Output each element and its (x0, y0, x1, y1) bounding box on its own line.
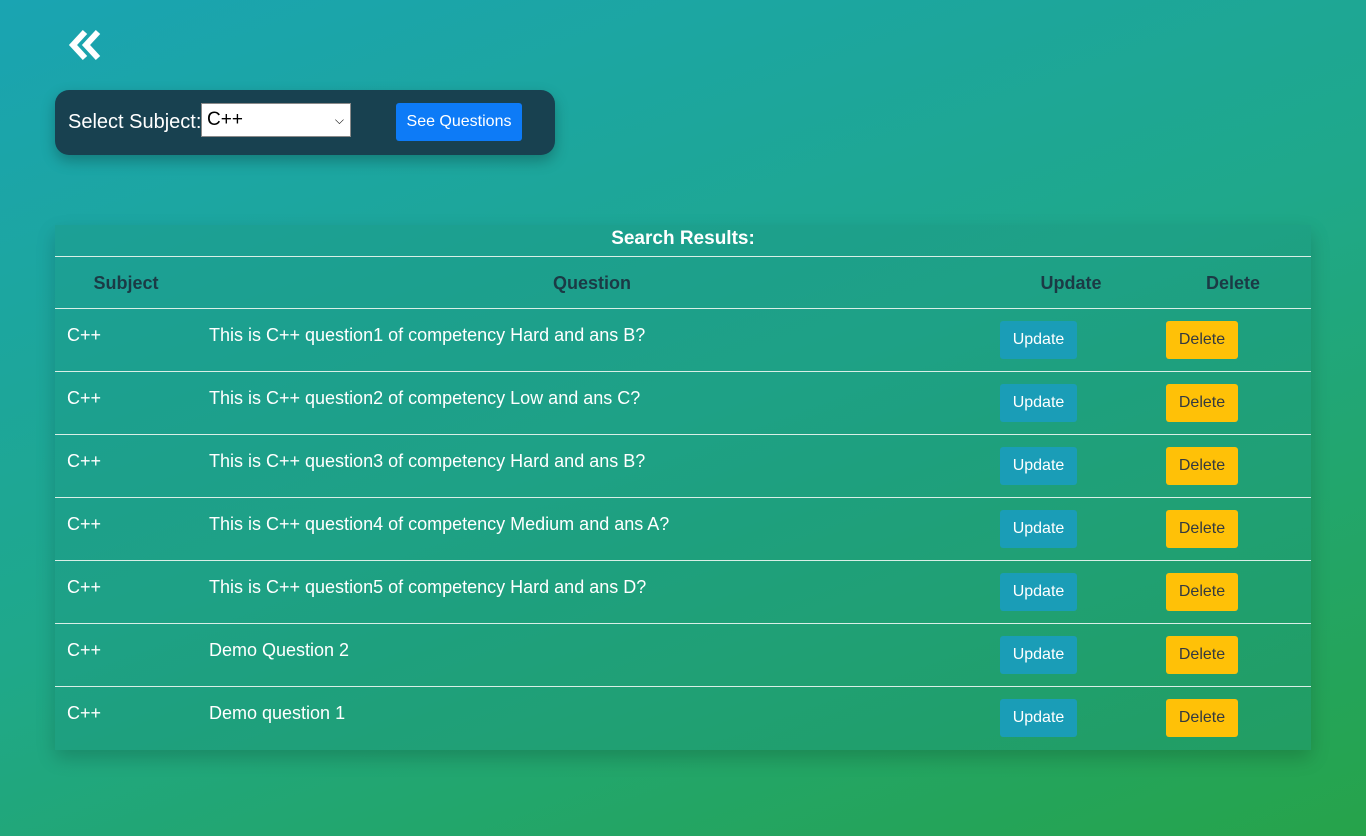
update-button[interactable]: Update (1000, 636, 1077, 674)
row-subject: C++ (67, 451, 102, 471)
table-header-row: Subject Question Update Delete (55, 257, 1311, 309)
back-button[interactable] (66, 28, 106, 62)
table-row: C++ This is C++ question3 of competency … (55, 435, 1311, 498)
double-chevron-left-icon (66, 28, 106, 62)
row-question: Demo question 1 (209, 703, 346, 723)
table-row: C++ This is C++ question4 of competency … (55, 498, 1311, 561)
row-question: This is C++ question3 of competency Hard… (209, 451, 646, 471)
update-button[interactable]: Update (1000, 384, 1077, 422)
column-header-question: Question (552, 273, 631, 293)
row-subject: C++ (67, 640, 102, 660)
row-subject: C++ (67, 325, 102, 345)
column-header-subject: Subject (93, 273, 159, 293)
update-button[interactable]: Update (1000, 510, 1077, 548)
search-results-table: Search Results: Subject Question Update … (55, 225, 1311, 750)
table-row: C++ This is C++ question5 of competency … (55, 561, 1311, 624)
chevron-down-icon: ⌵ (334, 113, 344, 127)
delete-button[interactable]: Delete (1166, 510, 1238, 548)
update-button[interactable]: Update (1000, 447, 1077, 485)
delete-button[interactable]: Delete (1166, 384, 1238, 422)
row-question: This is C++ question4 of competency Medi… (209, 514, 670, 534)
delete-button[interactable]: Delete (1166, 699, 1238, 737)
column-header-update: Update (1040, 273, 1102, 293)
row-question: This is C++ question5 of competency Hard… (209, 577, 647, 597)
row-question: Demo Question 2 (209, 640, 350, 660)
delete-button[interactable]: Delete (1166, 636, 1238, 674)
see-questions-button[interactable]: See Questions (396, 103, 522, 141)
table-row: C++ This is C++ question1 of competency … (55, 309, 1311, 372)
table-row: C++ Demo Question 2 Update Delete (55, 624, 1311, 687)
table-body: C++ This is C++ question1 of competency … (55, 309, 1311, 750)
row-subject: C++ (67, 577, 102, 597)
delete-button[interactable]: Delete (1166, 447, 1238, 485)
table-row: C++ Demo question 1 Update Delete (55, 687, 1311, 750)
table-row: C++ This is C++ question2 of competency … (55, 372, 1311, 435)
delete-button[interactable]: Delete (1166, 321, 1238, 359)
row-subject: C++ (67, 514, 102, 534)
row-subject: C++ (67, 388, 102, 408)
select-subject-label: Select Subject: (68, 111, 202, 133)
subject-select[interactable]: C++ ⌵ (201, 103, 351, 137)
delete-button[interactable]: Delete (1166, 573, 1238, 611)
column-header-delete: Delete (1205, 273, 1261, 293)
row-subject: C++ (67, 703, 102, 723)
update-button[interactable]: Update (1000, 573, 1077, 611)
update-button[interactable]: Update (1000, 321, 1077, 359)
subject-select-value: C++ (207, 109, 243, 130)
row-question: This is C++ question2 of competency Low … (209, 388, 641, 408)
update-button[interactable]: Update (1000, 699, 1077, 737)
search-results-title: Search Results: (55, 225, 1311, 257)
row-question: This is C++ question1 of competency Hard… (209, 325, 646, 345)
subject-selector-panel: Select Subject: C++ ⌵ See Questions (55, 90, 555, 155)
